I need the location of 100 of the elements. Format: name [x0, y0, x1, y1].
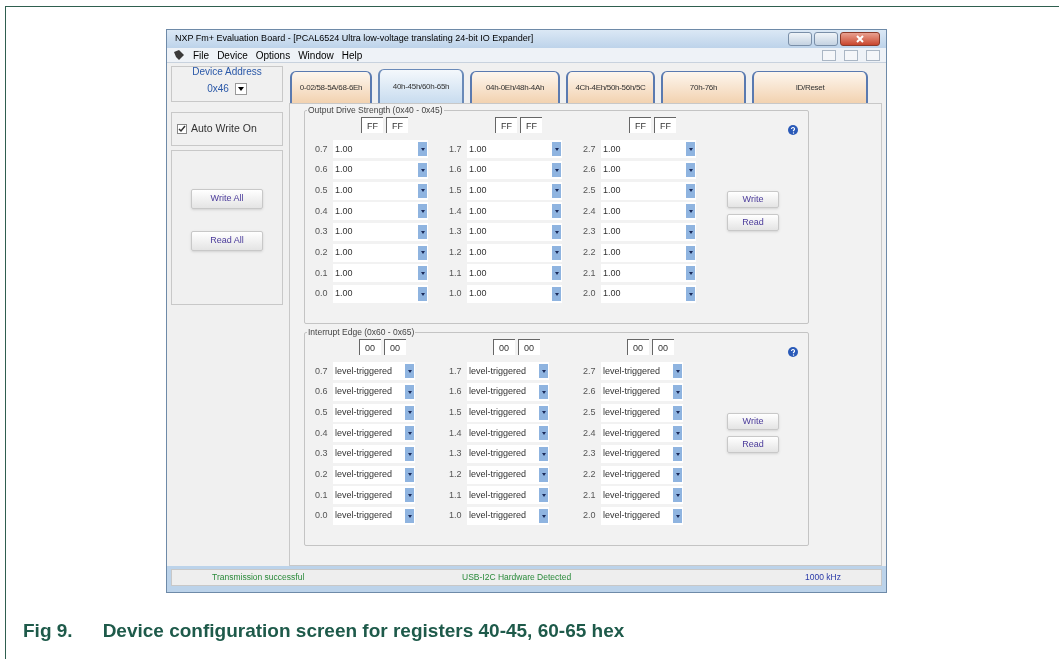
value-dropdown[interactable]: level-triggered [467, 465, 549, 484]
value-dropdown[interactable]: level-triggered [467, 445, 549, 464]
value-dropdown[interactable]: 1.00 [601, 202, 696, 221]
value-dropdown[interactable]: 1.00 [601, 140, 696, 159]
value-dropdown[interactable]: level-triggered [333, 403, 415, 422]
value-dropdown[interactable]: 1.00 [467, 243, 562, 262]
value-dropdown[interactable]: level-triggered [601, 465, 683, 484]
value-dropdown[interactable]: level-triggered [601, 403, 683, 422]
tab[interactable]: 0-02/58-5A/68-6Eh [290, 71, 372, 103]
tab[interactable]: 4Ch-4Eh/50h-56h/5C [566, 71, 655, 103]
bit-label: 2.1 [582, 266, 597, 280]
value-dropdown[interactable]: 1.00 [333, 285, 428, 304]
value-dropdown[interactable]: 1.00 [467, 181, 562, 200]
bit-label: 2.1 [582, 488, 597, 502]
value-dropdown[interactable]: level-triggered [333, 486, 415, 505]
value-dropdown[interactable]: 1.00 [333, 223, 428, 242]
value-dropdown[interactable]: 1.00 [333, 264, 428, 283]
hex-field[interactable]: 00 [627, 339, 649, 355]
value-dropdown[interactable]: 1.00 [467, 161, 562, 180]
hex-field[interactable]: 00 [359, 339, 381, 355]
value-dropdown[interactable]: level-triggered [601, 507, 683, 526]
tab[interactable]: 04h-0Eh/48h-4Ah [470, 71, 560, 103]
side-button[interactable]: Read All [191, 231, 263, 251]
value-dropdown[interactable]: 1.00 [601, 285, 696, 304]
group-button[interactable]: Write [727, 413, 779, 430]
device-address-label: Device Address [192, 66, 262, 78]
hex-field[interactable]: FF [495, 117, 517, 133]
value-dropdown[interactable]: level-triggered [467, 424, 549, 443]
value-dropdown[interactable]: level-triggered [333, 465, 415, 484]
value-dropdown[interactable]: 1.00 [333, 161, 428, 180]
menu-item[interactable]: File [193, 47, 210, 63]
value-dropdown[interactable]: level-triggered [467, 486, 549, 505]
group-button[interactable]: Read [727, 436, 779, 453]
value-dropdown[interactable]: 1.00 [601, 181, 696, 200]
hex-field[interactable]: FF [386, 117, 408, 133]
value-dropdown[interactable]: level-triggered [333, 507, 415, 526]
value-dropdown[interactable]: level-triggered [467, 383, 549, 402]
value-dropdown[interactable]: level-triggered [467, 507, 549, 526]
value-dropdown[interactable]: 1.00 [467, 202, 562, 221]
bit-label: 0.6 [314, 163, 329, 177]
device-address-dropdown[interactable]: 0x46 [207, 81, 247, 96]
menu-item[interactable]: Device [217, 47, 248, 63]
mdi-close-button[interactable] [866, 49, 880, 61]
close-button[interactable] [840, 32, 880, 46]
value-dropdown[interactable]: level-triggered [467, 362, 549, 381]
bit-label: 2.3 [582, 447, 597, 461]
side-button[interactable]: Write All [191, 189, 263, 209]
value-dropdown[interactable]: level-triggered [333, 362, 415, 381]
value-dropdown[interactable]: 1.00 [333, 202, 428, 221]
mdi-restore-button[interactable] [844, 49, 858, 61]
hex-field[interactable]: FF [629, 117, 651, 133]
hex-field[interactable]: FF [654, 117, 676, 133]
bit-label: 1.3 [448, 447, 463, 461]
value-dropdown[interactable]: 1.00 [601, 243, 696, 262]
hex-field[interactable]: 00 [493, 339, 515, 355]
tab[interactable]: 70h-76h [661, 71, 746, 103]
value-dropdown[interactable]: 1.00 [467, 285, 562, 304]
value-dropdown[interactable]: level-triggered [601, 424, 683, 443]
value-dropdown[interactable]: 1.00 [333, 243, 428, 262]
value-dropdown[interactable]: 1.00 [601, 161, 696, 180]
bit-label: 0.6 [314, 385, 329, 399]
value-dropdown[interactable]: level-triggered [601, 383, 683, 402]
hex-field[interactable]: 00 [384, 339, 406, 355]
minimize-button[interactable] [788, 32, 812, 46]
value-dropdown[interactable]: 1.00 [333, 140, 428, 159]
value-dropdown[interactable]: 1.00 [467, 223, 562, 242]
bit-label: 0.1 [314, 488, 329, 502]
group-button[interactable]: Read [727, 214, 779, 231]
hex-field[interactable]: FF [361, 117, 383, 133]
mdi-minimize-button[interactable] [822, 49, 836, 61]
value-dropdown[interactable]: level-triggered [333, 424, 415, 443]
value-dropdown[interactable]: level-triggered [333, 383, 415, 402]
bit-label: 1.3 [448, 225, 463, 239]
value-dropdown[interactable]: 1.00 [333, 181, 428, 200]
menu-item[interactable]: Window [298, 47, 334, 63]
value-dropdown[interactable]: 1.00 [467, 264, 562, 283]
tab[interactable]: ID/Reset [752, 71, 868, 103]
menu-item[interactable]: Help [341, 47, 363, 63]
value-dropdown[interactable]: level-triggered [467, 403, 549, 422]
menu-item[interactable]: Options [255, 47, 291, 63]
bit-label: 2.0 [582, 287, 597, 301]
value-dropdown[interactable]: level-triggered [601, 486, 683, 505]
value-dropdown[interactable]: 1.00 [601, 264, 696, 283]
value-dropdown[interactable]: level-triggered [333, 445, 415, 464]
help-icon[interactable] [788, 125, 798, 135]
hex-field[interactable]: 00 [518, 339, 540, 355]
hex-field[interactable]: FF [520, 117, 542, 133]
help-icon[interactable] [788, 347, 798, 357]
maximize-button[interactable] [814, 32, 838, 46]
value-dropdown[interactable]: 1.00 [467, 140, 562, 159]
value-dropdown[interactable]: level-triggered [601, 445, 683, 464]
hex-field[interactable]: 00 [652, 339, 674, 355]
value-dropdown[interactable]: 1.00 [601, 223, 696, 242]
group-button[interactable]: Write [727, 191, 779, 208]
bit-label: 2.3 [582, 225, 597, 239]
auto-write-checkbox[interactable] [177, 124, 187, 134]
tab[interactable]: 40h-45h/60h-65h [378, 69, 464, 103]
bit-label: 0.3 [314, 447, 329, 461]
value-dropdown[interactable]: level-triggered [601, 362, 683, 381]
bit-label: 1.7 [448, 364, 463, 378]
